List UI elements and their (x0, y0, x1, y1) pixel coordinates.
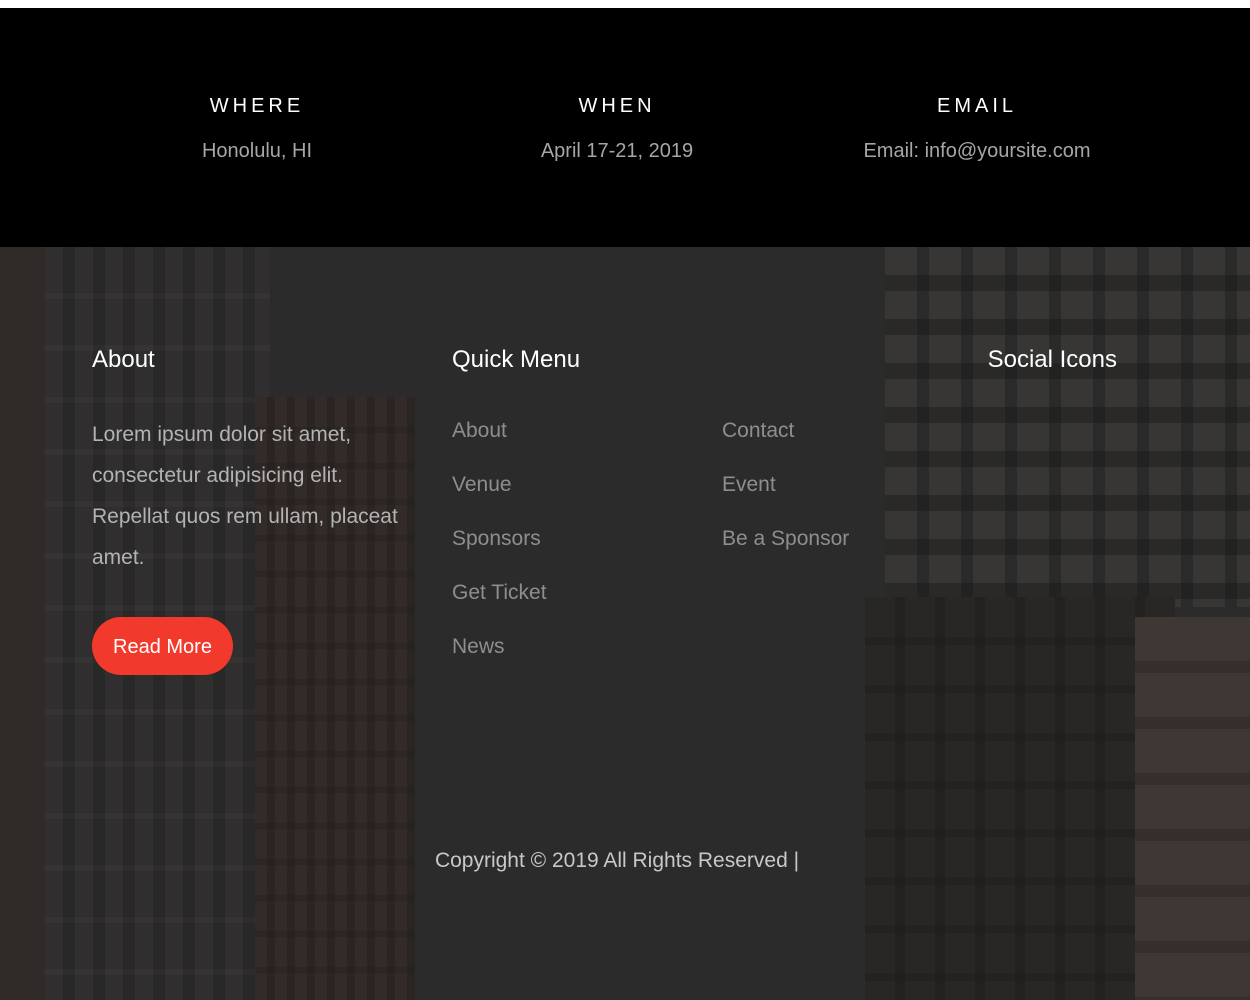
quick-menu-section: Quick Menu About Venue Sponsors Get Tick… (452, 344, 932, 717)
top-strip (0, 0, 1250, 8)
about-text: Lorem ipsum dolor sit amet, consectetur … (92, 423, 398, 569)
when-heading: WHEN (578, 95, 656, 117)
where-block: WHERE Honolulu, HI (77, 92, 437, 164)
quick-menu-column-2: Contact Event Be a Sponsor (722, 417, 849, 579)
about-section: About Lorem ipsum dolor sit amet, consec… (92, 344, 422, 675)
about-heading: About (92, 346, 155, 373)
email-value: Email: info@yoursite.com (863, 140, 1091, 162)
menu-link-be-a-sponsor[interactable]: Be a Sponsor (722, 525, 849, 552)
site-footer: About Lorem ipsum dolor sit amet, consec… (0, 247, 1250, 1000)
quick-menu-heading: Quick Menu (452, 346, 581, 373)
where-heading: WHERE (209, 95, 305, 117)
copyright-text: Copyright © 2019 All Rights Reserved | (434, 849, 800, 872)
menu-link-event[interactable]: Event (722, 471, 849, 498)
where-value: Honolulu, HI (201, 140, 313, 162)
social-icons-section: Social Icons (960, 344, 1117, 376)
menu-link-about[interactable]: About (452, 417, 547, 444)
when-block: WHEN April 17-21, 2019 (437, 92, 797, 164)
email-block: EMAIL Email: info@yoursite.com (797, 92, 1157, 164)
menu-link-sponsors[interactable]: Sponsors (452, 525, 547, 552)
menu-link-venue[interactable]: Venue (452, 471, 547, 498)
event-info-band: WHERE Honolulu, HI WHEN April 17-21, 201… (0, 8, 1250, 247)
menu-link-contact[interactable]: Contact (722, 417, 849, 444)
when-value: April 17-21, 2019 (540, 140, 694, 162)
menu-link-get-ticket[interactable]: Get Ticket (452, 579, 547, 606)
menu-link-news[interactable]: News (452, 633, 547, 660)
email-heading: EMAIL (936, 95, 1018, 117)
read-more-button[interactable]: Read More (92, 617, 233, 675)
social-icons-heading: Social Icons (987, 346, 1117, 373)
quick-menu-column-1: About Venue Sponsors Get Ticket News (452, 417, 547, 687)
